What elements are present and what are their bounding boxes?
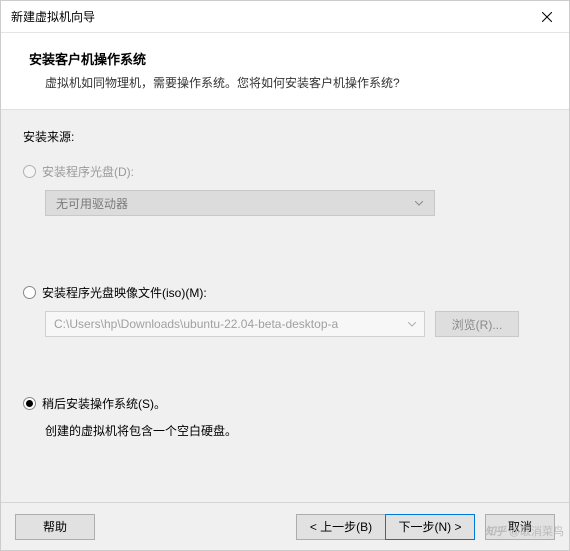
cancel-button[interactable]: 取消 (485, 514, 555, 540)
help-button[interactable]: 帮助 (15, 514, 95, 540)
radio-disc-label: 安装程序光盘(D): (42, 163, 134, 180)
button-bar: 帮助 < 上一步(B) 下一步(N) > 取消 (1, 502, 569, 550)
iso-row: C:\Users\hp\Downloads\ubuntu-22.04-beta-… (45, 311, 547, 337)
radio-later-input[interactable] (23, 397, 36, 410)
option-later-block: 稍后安装操作系统(S)。 创建的虚拟机将包含一个空白硬盘。 (23, 395, 547, 439)
radio-later-label: 稍后安装操作系统(S)。 (42, 395, 166, 412)
drive-dropdown: 无可用驱动器 (45, 190, 435, 216)
radio-disc: 安装程序光盘(D): (23, 163, 547, 180)
window-title: 新建虚拟机向导 (11, 8, 95, 25)
header-section: 安装客户机操作系统 虚拟机如同物理机，需要操作系统。您将如何安装客户机操作系统? (1, 33, 569, 110)
chevron-down-icon (408, 322, 416, 327)
close-icon (542, 12, 552, 22)
header-desc: 虚拟机如同物理机，需要操作系统。您将如何安装客户机操作系统? (29, 74, 541, 91)
drive-dropdown-value: 无可用驱动器 (56, 195, 128, 212)
chevron-down-icon (410, 201, 428, 206)
content-spacer (23, 467, 547, 492)
radio-iso[interactable]: 安装程序光盘映像文件(iso)(M): (23, 284, 547, 301)
source-label: 安装来源: (23, 128, 547, 145)
radio-later[interactable]: 稍后安装操作系统(S)。 (23, 395, 547, 412)
later-desc: 创建的虚拟机将包含一个空白硬盘。 (45, 422, 547, 439)
option-disc-block: 安装程序光盘(D): 无可用驱动器 (23, 163, 547, 216)
header-title: 安装客户机操作系统 (29, 49, 541, 68)
content-area: 安装来源: 安装程序光盘(D): 无可用驱动器 安装程序光盘映像文件(iso)(… (1, 110, 569, 502)
radio-iso-label: 安装程序光盘映像文件(iso)(M): (42, 284, 207, 301)
next-button[interactable]: 下一步(N) > (385, 514, 475, 540)
back-button[interactable]: < 上一步(B) (296, 514, 386, 540)
option-iso-block: 安装程序光盘映像文件(iso)(M): C:\Users\hp\Download… (23, 284, 547, 337)
radio-iso-input[interactable] (23, 286, 36, 299)
radio-disc-input (23, 165, 36, 178)
close-button[interactable] (524, 2, 569, 32)
wizard-dialog: 新建虚拟机向导 安装客户机操作系统 虚拟机如同物理机，需要操作系统。您将如何安装… (0, 0, 570, 551)
iso-path-value: C:\Users\hp\Downloads\ubuntu-22.04-beta-… (54, 317, 408, 331)
titlebar: 新建虚拟机向导 (1, 1, 569, 33)
iso-path-input: C:\Users\hp\Downloads\ubuntu-22.04-beta-… (45, 311, 425, 337)
browse-button: 浏览(R)... (435, 311, 519, 337)
